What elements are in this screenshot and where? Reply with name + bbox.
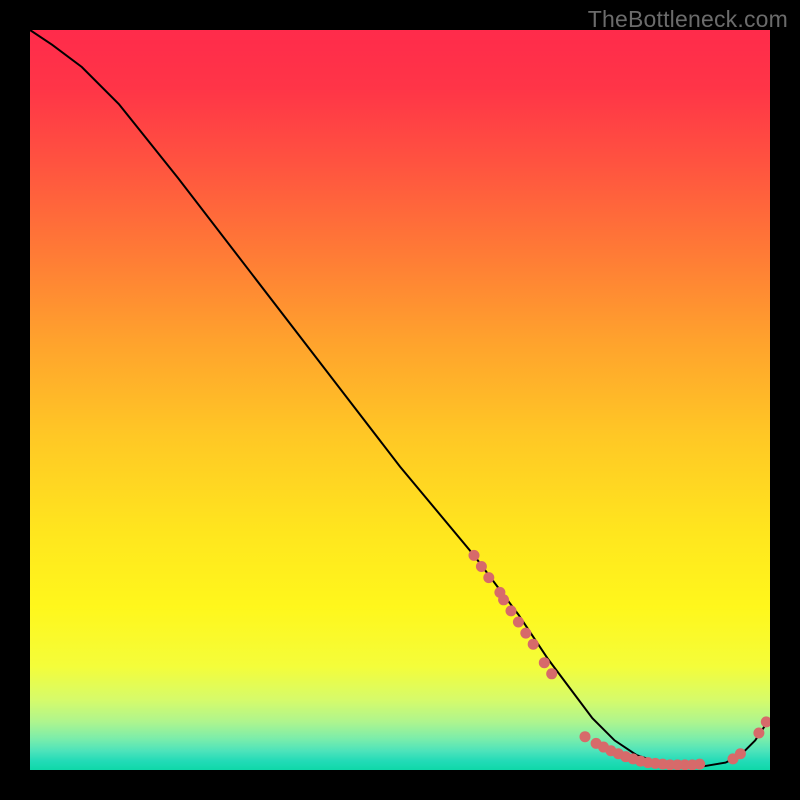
- chart-stage: TheBottleneck.com: [0, 0, 800, 800]
- marker-dot: [498, 594, 509, 605]
- marker-dot: [735, 748, 746, 759]
- plot-area: [30, 30, 770, 770]
- marker-dot: [513, 617, 524, 628]
- watermark-text: TheBottleneck.com: [588, 6, 788, 33]
- marker-dot: [694, 759, 705, 770]
- marker-dot: [469, 550, 480, 561]
- marker-dot: [476, 561, 487, 572]
- marker-dot: [753, 728, 764, 739]
- gradient-background: [30, 30, 770, 770]
- marker-dot: [580, 731, 591, 742]
- marker-dot: [546, 668, 557, 679]
- marker-dot: [520, 628, 531, 639]
- marker-dot: [528, 639, 539, 650]
- chart-svg: [30, 30, 770, 770]
- marker-dot: [506, 605, 517, 616]
- marker-dot: [483, 572, 494, 583]
- marker-dot: [539, 657, 550, 668]
